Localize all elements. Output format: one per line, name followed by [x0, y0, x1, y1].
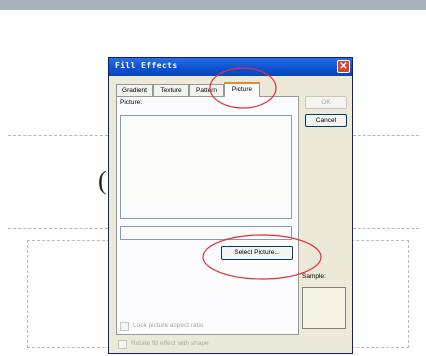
lock-aspect-ratio-label: Lock picture aspect ratio	[133, 322, 204, 329]
slide-guide-line-top-right	[353, 135, 419, 136]
picture-name-field	[120, 226, 292, 240]
tab-gradient[interactable]: Gradient	[116, 84, 153, 96]
picture-label: Picture:	[120, 99, 143, 106]
picture-preview-area	[120, 115, 292, 219]
cancel-button[interactable]: Cancel	[305, 114, 347, 127]
slide-text-fragment: (	[98, 166, 107, 195]
sample-preview-box	[302, 287, 346, 329]
close-button[interactable]: ✕	[337, 60, 350, 73]
slide-guide-line-mid	[8, 228, 108, 229]
slide-guide-line-mid-right	[353, 228, 419, 229]
fill-effects-dialog: Fill Effects ✕ Gradient Texture Pattern …	[108, 57, 353, 354]
close-icon: ✕	[339, 61, 348, 72]
slide-guide-line-top	[8, 135, 108, 136]
dialog-titlebar[interactable]: Fill Effects ✕	[109, 58, 352, 76]
dialog-title: Fill Effects	[115, 61, 178, 70]
ok-button[interactable]: OK	[305, 96, 347, 109]
picture-tab-panel: Picture: Select Picture... Lock picture …	[116, 96, 299, 335]
select-picture-button[interactable]: Select Picture...	[221, 246, 293, 260]
sample-label: Sample:	[302, 273, 326, 280]
tab-picture[interactable]: Picture	[224, 82, 260, 97]
lock-aspect-ratio-checkbox[interactable]	[120, 322, 129, 331]
rotate-fill-label: Rotate fill effect with shape	[131, 340, 209, 347]
tab-texture[interactable]: Texture	[153, 84, 189, 96]
rotate-fill-checkbox[interactable]	[118, 340, 127, 349]
top-toolbar-strip	[0, 0, 426, 10]
tab-pattern[interactable]: Pattern	[189, 84, 224, 96]
